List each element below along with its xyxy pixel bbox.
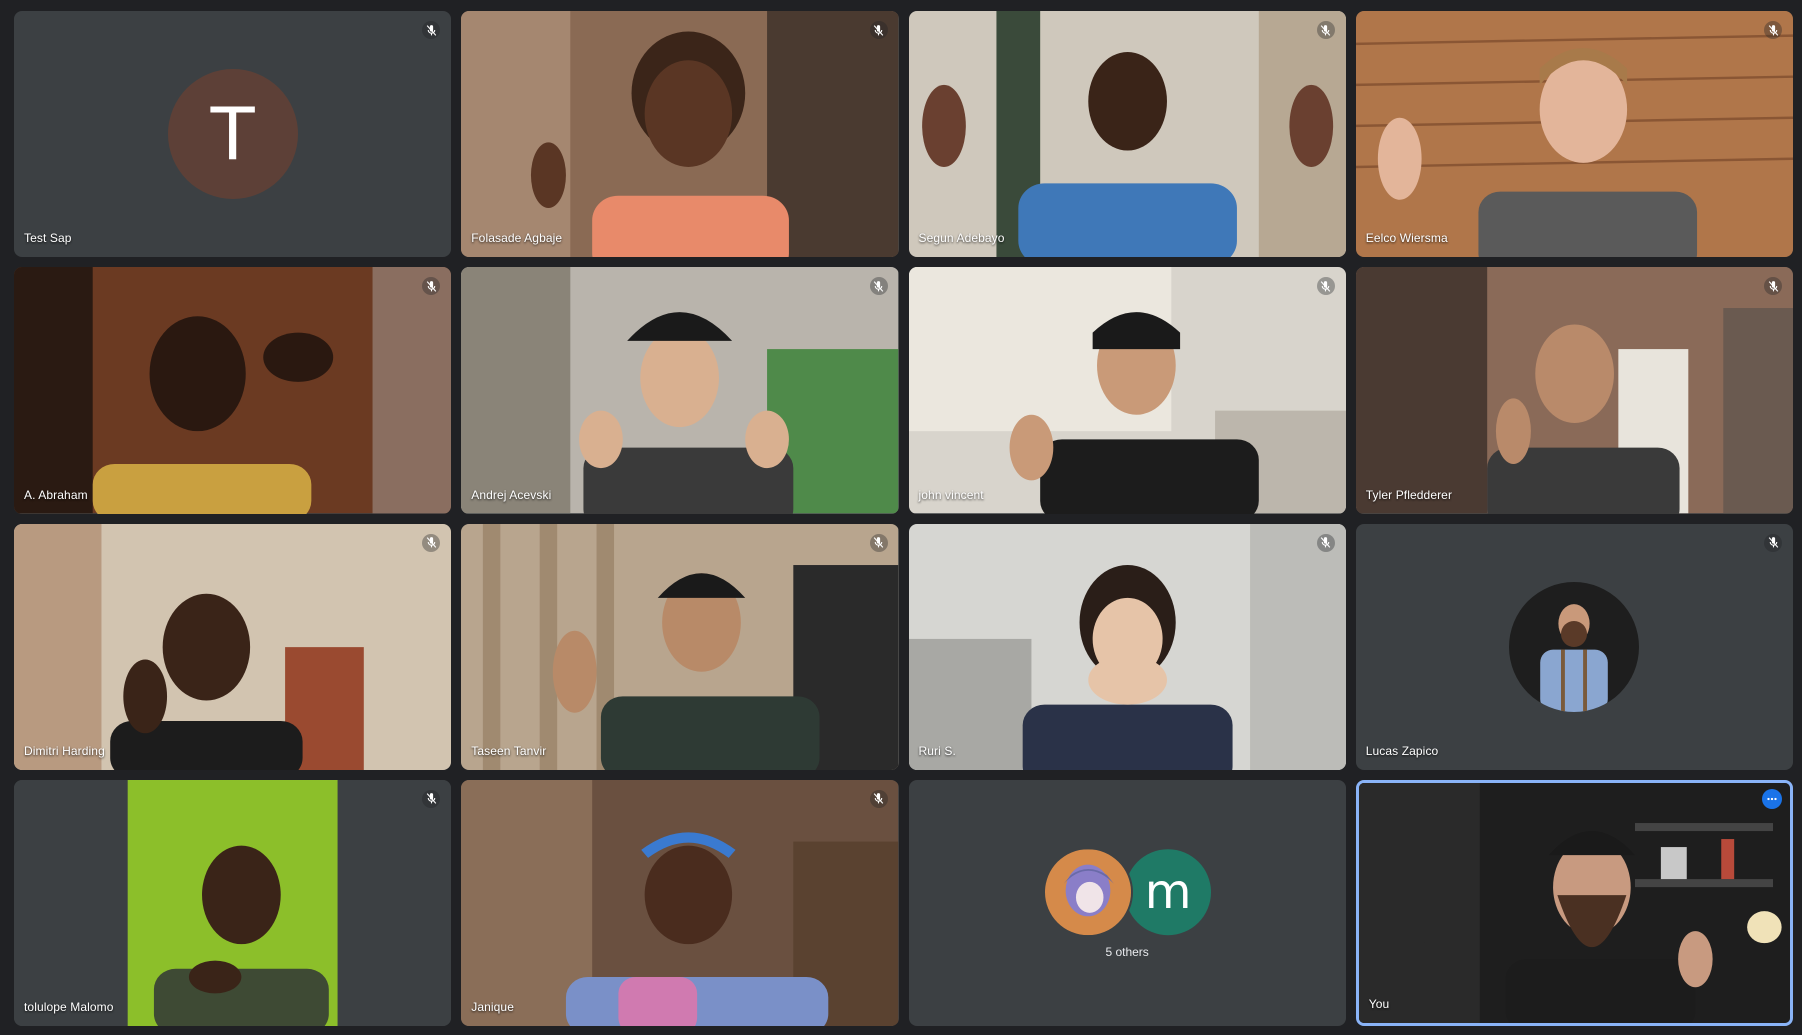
participant-name: Lucas Zapico bbox=[1365, 743, 1439, 758]
video-feed bbox=[461, 779, 899, 1026]
video-feed bbox=[1358, 782, 1790, 1023]
avatar: m bbox=[1125, 849, 1212, 936]
participant-tile[interactable]: john vincent bbox=[908, 267, 1346, 514]
participant-name: Tyler Pfledderer bbox=[1365, 487, 1453, 502]
video-feed bbox=[14, 267, 452, 514]
participant-name: A. Abraham bbox=[24, 487, 88, 502]
mic-off-icon bbox=[422, 533, 441, 552]
video-feed bbox=[1355, 267, 1793, 514]
avatar bbox=[1509, 581, 1640, 712]
participant-name: john vincent bbox=[918, 487, 984, 502]
participant-tile[interactable]: tolulope Malomo bbox=[14, 779, 452, 1026]
mic-off-icon bbox=[1316, 533, 1335, 552]
participant-tile[interactable]: Tyler Pfledderer bbox=[1355, 267, 1793, 514]
participant-name: Ruri S. bbox=[918, 743, 956, 758]
mic-off-icon bbox=[1316, 21, 1335, 39]
mic-off-icon bbox=[1764, 277, 1782, 296]
avatar: T bbox=[167, 69, 298, 200]
others-tile[interactable]: m 5 others bbox=[908, 779, 1346, 1026]
more-options-icon[interactable] bbox=[1762, 788, 1782, 809]
participant-name: Test Sap bbox=[24, 231, 72, 246]
participant-tile[interactable]: Dimitri Harding bbox=[14, 523, 452, 770]
mic-off-icon bbox=[1316, 277, 1335, 296]
participant-name: Taseen Tanvir bbox=[471, 743, 547, 758]
video-feed bbox=[908, 11, 1346, 258]
participant-tile[interactable]: Taseen Tanvir bbox=[461, 523, 899, 770]
participant-name: Janique bbox=[471, 1000, 514, 1014]
participant-tile[interactable]: A. Abraham bbox=[14, 267, 452, 514]
participant-grid: T Test Sap Folasade Agbaje Segun Adebayo… bbox=[14, 11, 1793, 1026]
self-tile[interactable]: You bbox=[1355, 779, 1793, 1026]
mic-off-icon bbox=[869, 21, 888, 39]
mic-off-icon bbox=[422, 21, 441, 39]
video-feed bbox=[14, 523, 452, 770]
video-feed bbox=[461, 11, 899, 258]
participant-name: Eelco Wiersma bbox=[1365, 231, 1448, 246]
mic-off-icon bbox=[422, 277, 441, 296]
participant-tile[interactable]: Ruri S. bbox=[908, 523, 1346, 770]
participant-tile[interactable]: Folasade Agbaje bbox=[461, 11, 899, 258]
mic-off-icon bbox=[869, 533, 888, 552]
others-count: 5 others bbox=[1105, 944, 1149, 959]
others-avatars: m bbox=[1043, 847, 1212, 938]
video-feed bbox=[1355, 11, 1793, 258]
video-feed bbox=[461, 523, 899, 770]
mic-off-icon bbox=[869, 789, 888, 808]
participant-tile[interactable]: T Test Sap bbox=[14, 11, 452, 258]
video-feed bbox=[14, 779, 452, 1026]
participant-tile[interactable]: Lucas Zapico bbox=[1355, 523, 1793, 770]
participant-name: Dimitri Harding bbox=[24, 743, 105, 758]
mic-off-icon bbox=[422, 789, 441, 808]
video-feed bbox=[908, 523, 1346, 770]
video-feed bbox=[908, 267, 1346, 514]
participant-tile[interactable]: Andrej Acevski bbox=[461, 267, 899, 514]
mic-off-icon bbox=[869, 277, 888, 296]
avatar bbox=[1043, 847, 1134, 938]
participant-tile[interactable]: Segun Adebayo bbox=[908, 11, 1346, 258]
participant-name: Segun Adebayo bbox=[918, 231, 1005, 246]
participant-name: tolulope Malomo bbox=[24, 1000, 114, 1014]
mic-off-icon bbox=[1764, 533, 1782, 552]
video-feed bbox=[461, 267, 899, 514]
participant-name: Andrej Acevski bbox=[471, 487, 552, 502]
participant-tile[interactable]: Janique bbox=[461, 779, 899, 1026]
participant-name: Folasade Agbaje bbox=[471, 231, 563, 246]
participant-tile[interactable]: Eelco Wiersma bbox=[1355, 11, 1793, 258]
participant-name: You bbox=[1368, 997, 1390, 1011]
mic-off-icon bbox=[1764, 21, 1782, 39]
